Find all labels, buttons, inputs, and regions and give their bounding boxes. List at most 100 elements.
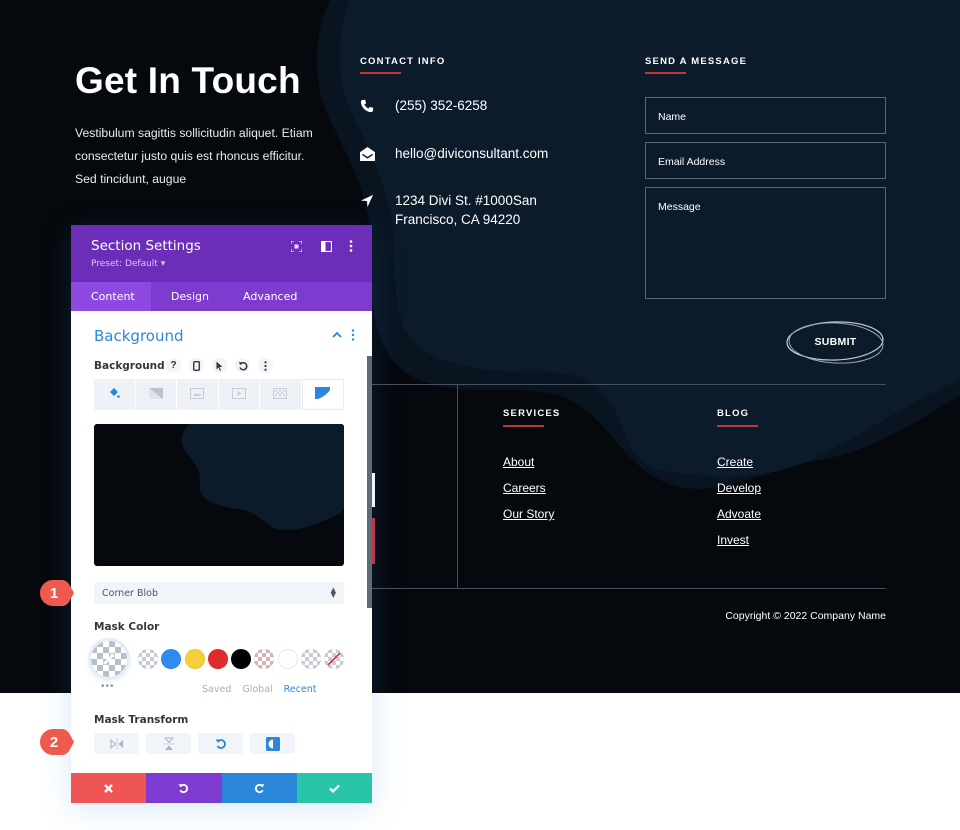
panel-title: Section Settings xyxy=(91,238,201,254)
swatch-pink-transparent[interactable] xyxy=(254,649,275,669)
bg-type-mask[interactable] xyxy=(301,379,344,410)
submit-label: SUBMIT xyxy=(814,336,857,348)
close-icon xyxy=(104,783,113,793)
tab-content[interactable]: Content xyxy=(71,282,151,311)
mobile-icon[interactable] xyxy=(189,358,204,373)
mask-transform-buttons xyxy=(94,733,295,754)
preset-dropdown[interactable]: Preset: Default ▾ xyxy=(91,259,165,269)
flip-vertical-button[interactable] xyxy=(146,733,191,754)
footer-link-about[interactable]: About xyxy=(503,455,534,469)
more-vertical-icon[interactable] xyxy=(344,239,358,253)
mask-style-select[interactable]: Corner Blob ▲ ▼ xyxy=(94,582,344,604)
invert-button[interactable] xyxy=(250,733,295,754)
background-section-title[interactable]: Background xyxy=(94,327,184,345)
callout-badge-1: 1 xyxy=(40,580,74,606)
more-icon[interactable] xyxy=(258,358,273,373)
cursor-icon[interactable] xyxy=(212,358,227,373)
swatch-none[interactable] xyxy=(324,649,345,669)
name-input[interactable]: Name xyxy=(645,97,886,134)
bg-type-image[interactable] xyxy=(177,379,218,410)
section-more-icon[interactable] xyxy=(351,328,355,346)
copyright-text: Copyright © 2022 Company Name xyxy=(725,610,886,622)
mask-preview xyxy=(94,424,344,566)
footer-divider-bottom xyxy=(372,588,886,589)
section-settings-panel: Section Settings Preset: Default ▾ Conte… xyxy=(71,225,372,803)
swatch-black[interactable] xyxy=(231,649,252,669)
message-textarea[interactable]: Message xyxy=(645,187,886,299)
email-text[interactable]: hello@diviconsultant.com xyxy=(395,144,555,163)
more-colors-icon[interactable]: ••• xyxy=(101,681,115,692)
close-button[interactable] xyxy=(71,773,147,803)
footer-link-invest[interactable]: Invest xyxy=(717,533,749,547)
submit-button[interactable]: SUBMIT xyxy=(785,318,886,366)
heading-underline xyxy=(503,425,544,427)
flip-horizontal-button[interactable] xyxy=(94,733,139,754)
undo-button[interactable] xyxy=(146,773,222,803)
expand-icon[interactable] xyxy=(289,239,303,253)
footer-link-our-story[interactable]: Our Story xyxy=(503,507,554,521)
phone-text[interactable]: (255) 352-6258 xyxy=(395,96,555,115)
blog-heading: BLOG xyxy=(717,408,750,419)
current-color-picker[interactable] xyxy=(91,641,127,677)
footer-link-careers[interactable]: Careers xyxy=(503,481,546,495)
help-icon[interactable]: ? xyxy=(166,358,181,373)
tab-advanced[interactable]: Advanced xyxy=(223,282,317,311)
footer-link-create[interactable]: Create xyxy=(717,455,753,469)
chevron-up-icon[interactable] xyxy=(332,329,342,341)
split-view-icon[interactable] xyxy=(319,239,333,253)
panel-scrollbar[interactable] xyxy=(367,356,372,608)
check-icon xyxy=(329,784,340,793)
swatch-white[interactable] xyxy=(277,649,298,669)
rotate-icon xyxy=(215,738,226,749)
background-tools: ? xyxy=(166,358,273,373)
callout-number: 1 xyxy=(49,584,59,602)
swatch-yellow[interactable] xyxy=(184,649,205,669)
swatch-blue[interactable] xyxy=(161,649,182,669)
select-arrows-icon: ▲ ▼ xyxy=(330,586,336,599)
mask-color-label: Mask Color xyxy=(94,621,160,633)
bg-type-video[interactable] xyxy=(218,379,259,410)
bg-type-pattern[interactable] xyxy=(260,379,301,410)
heading-underline xyxy=(645,72,686,74)
swatch-light-transparent[interactable] xyxy=(301,649,322,669)
reset-icon[interactable] xyxy=(235,358,250,373)
envelope-open-icon xyxy=(360,144,395,163)
palette-tabs: Saved Global Recent xyxy=(202,684,317,695)
flip-vertical-icon xyxy=(163,737,174,750)
intro-text: Vestibulum sagittis sollicitudin aliquet… xyxy=(75,126,313,186)
address-text: 1234 Divi St. #1000San Francisco, CA 942… xyxy=(395,193,537,227)
location-arrow-icon xyxy=(360,191,395,210)
save-button[interactable] xyxy=(296,773,372,803)
callout-badge-2: 2 xyxy=(40,729,74,755)
panel-footer xyxy=(71,773,372,803)
swatch-red[interactable] xyxy=(207,649,228,669)
bg-type-color[interactable] xyxy=(94,379,135,410)
invert-icon xyxy=(265,736,280,751)
contact-phone: (255) 352-6258 xyxy=(360,96,555,115)
bg-type-gradient[interactable] xyxy=(135,379,176,410)
phone-icon xyxy=(360,96,395,115)
footer-divider-top xyxy=(372,384,886,385)
heading-underline xyxy=(360,72,401,74)
position-marker xyxy=(372,473,375,507)
palette-tab-recent[interactable]: Recent xyxy=(284,684,317,695)
panel-header: Section Settings Preset: Default ▾ xyxy=(71,225,372,282)
redo-button[interactable] xyxy=(221,773,297,803)
flip-horizontal-icon xyxy=(110,738,123,749)
form-heading: SEND A MESSAGE xyxy=(645,56,748,67)
image-icon xyxy=(190,386,205,404)
eyedropper-icon xyxy=(103,653,115,665)
contact-heading: CONTACT INFO xyxy=(360,56,446,67)
contact-email: hello@diviconsultant.com xyxy=(360,144,555,163)
background-label: Background xyxy=(94,360,165,372)
tab-design[interactable]: Design xyxy=(151,282,223,311)
footer-link-develop[interactable]: Develop xyxy=(717,481,761,495)
palette-tab-saved[interactable]: Saved xyxy=(202,684,231,695)
rotate-button[interactable] xyxy=(198,733,243,754)
mask-transform-label: Mask Transform xyxy=(94,714,189,726)
swatch-transparent[interactable] xyxy=(138,649,158,669)
redo-icon xyxy=(254,783,265,793)
footer-link-advoate[interactable]: Advoate xyxy=(717,507,761,521)
email-input[interactable]: Email Address xyxy=(645,142,886,179)
palette-tab-global[interactable]: Global xyxy=(242,684,272,695)
